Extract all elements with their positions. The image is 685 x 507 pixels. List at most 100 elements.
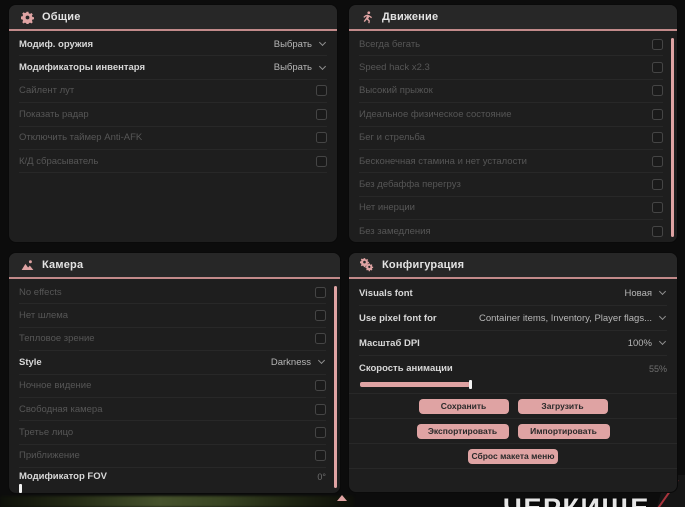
option-label: Visuals font (359, 287, 413, 299)
slider-thumb[interactable] (19, 484, 22, 493)
option-label: Третье лицо (19, 427, 74, 439)
checkbox[interactable] (315, 286, 326, 298)
option-label: Показать радар (19, 108, 89, 120)
option-row: Приближение (19, 445, 326, 469)
option-row: Без дебаффа перегруз (359, 173, 663, 197)
panel-camera: Камера No effects Нет шлема Тепловое зрени… (8, 252, 341, 494)
game-background-grass (0, 496, 354, 507)
gears-icon (360, 258, 374, 272)
runner-icon (360, 10, 374, 24)
checkbox[interactable] (652, 132, 663, 144)
dropdown[interactable]: Container items, Inventory, Player flags… (479, 313, 667, 324)
checkbox[interactable] (316, 85, 327, 97)
option-row: Сайлент лут (19, 80, 327, 104)
option-row: Style Darkness (19, 351, 326, 375)
checkbox[interactable] (316, 108, 327, 120)
option-label: Свободная камера (19, 403, 103, 415)
checkbox[interactable] (315, 333, 326, 345)
save-button[interactable]: Сохранить (418, 398, 509, 414)
checkbox[interactable] (652, 202, 663, 214)
dropdown-value: Новая (624, 287, 652, 299)
option-label: Style (19, 356, 42, 368)
panel-config-header[interactable]: Конфигурация (349, 253, 677, 279)
panel-resize-grip[interactable] (337, 495, 347, 501)
checkbox[interactable] (652, 62, 663, 74)
option-row: Показать радар (19, 103, 327, 127)
dropdown[interactable]: Выбрать (274, 62, 327, 73)
dropdown[interactable]: Новая (624, 288, 667, 299)
game-overlay: ЧЕРКИЩЕ Общие Модиф. оружияВыбратьМодифи… (0, 0, 685, 507)
panel-config: Конфигурация Visuals font Новая Use pixel … (348, 252, 678, 493)
checkbox[interactable] (315, 450, 326, 462)
option-label: Бесконечная стамина и нет усталости (359, 155, 527, 167)
option-row: Speed hack x2.3 (359, 56, 663, 80)
gear-icon (20, 10, 34, 24)
checkbox[interactable] (652, 179, 663, 191)
slider-value: 55% (648, 363, 667, 374)
option-label: Бег и стрельба (359, 132, 425, 144)
option-label: Приближение (19, 450, 80, 462)
option-label: Use pixel font for (359, 312, 437, 324)
dropdown[interactable]: Darkness (271, 357, 326, 368)
panel-title: Общие (42, 11, 81, 23)
panel-title: Камера (42, 259, 84, 271)
load-button[interactable]: Загрузить (517, 398, 608, 414)
dropdown-value: 100% (627, 337, 652, 349)
checkbox[interactable] (652, 85, 663, 97)
option-label: Скорость анимации (359, 363, 453, 374)
slider-row: Модификатор FOV 0° (19, 468, 326, 493)
panel-title: Движение (382, 11, 439, 23)
checkbox[interactable] (315, 310, 326, 322)
option-label: Модификаторы инвентаря (19, 62, 146, 74)
option-label: Без замедления (359, 225, 431, 237)
checkbox[interactable] (652, 155, 663, 167)
general-options: Модиф. оружия Выбрать Модификаторы инвента… (9, 31, 337, 242)
slider-value: 0° (317, 471, 326, 482)
slider-fill (360, 382, 471, 387)
checkbox[interactable] (316, 132, 327, 144)
export-button[interactable]: Экспортировать (416, 423, 509, 439)
checkbox[interactable] (652, 108, 663, 120)
reset-menu-layout-button[interactable]: Сброс макета меню (468, 448, 558, 464)
image-icon (20, 258, 34, 272)
scrollbar[interactable] (334, 286, 337, 488)
panel-camera-header[interactable]: Камера (9, 253, 340, 279)
panel-movement: Движение Всегда бегать Speed hack x2.3 Выс… (348, 4, 678, 243)
option-label: Идеальное физическое состояние (359, 108, 512, 120)
scrollbar[interactable] (671, 38, 674, 237)
panel-general-header[interactable]: Общие (9, 5, 337, 31)
dropdown[interactable]: 100% (628, 338, 667, 349)
slider-thumb[interactable] (469, 380, 473, 389)
option-row: Идеальное физическое состояние (359, 103, 663, 127)
config-options: Visuals font Новая Use pixel font for Conta… (349, 279, 677, 393)
option-row: Бесконечная стамина и нет усталости (359, 150, 663, 174)
chevron-down-icon (318, 39, 327, 47)
checkbox[interactable] (652, 225, 663, 237)
checkbox[interactable] (315, 380, 326, 392)
option-row: Без замедления (359, 220, 663, 242)
chevron-down-icon (658, 312, 667, 321)
location-title: ЧЕРКИЩЕ (503, 493, 650, 507)
option-label: Сайлент лут (19, 85, 75, 97)
option-row: Модиф. оружия Выбрать (19, 33, 327, 57)
option-row: Use pixel font for Container items, Inven… (359, 306, 667, 331)
checkbox[interactable] (315, 427, 326, 439)
config-panel-footer (349, 468, 677, 492)
option-label: Тепловое зрение (19, 333, 95, 345)
option-label: Ночное видение (19, 380, 92, 392)
option-row: Нет шлема (19, 304, 326, 328)
option-row: Visuals font Новая (359, 281, 667, 306)
option-row: Модификаторы инвентаря Выбрать (19, 56, 327, 80)
option-row: К/Д сбрасыватель (19, 150, 327, 174)
import-button[interactable]: Импортировать (517, 423, 610, 439)
slider[interactable] (19, 484, 325, 493)
checkbox[interactable] (652, 38, 663, 50)
checkbox[interactable] (316, 155, 327, 167)
option-row: Высокий прыжок (359, 80, 663, 104)
checkbox[interactable] (315, 403, 326, 415)
option-row: Скорость анимации 55% (359, 356, 667, 381)
dropdown[interactable]: Выбрать (274, 39, 327, 50)
option-row: Масштаб DPI 100% (359, 331, 667, 356)
slider[interactable] (360, 380, 666, 389)
panel-movement-header[interactable]: Движение (349, 5, 677, 31)
